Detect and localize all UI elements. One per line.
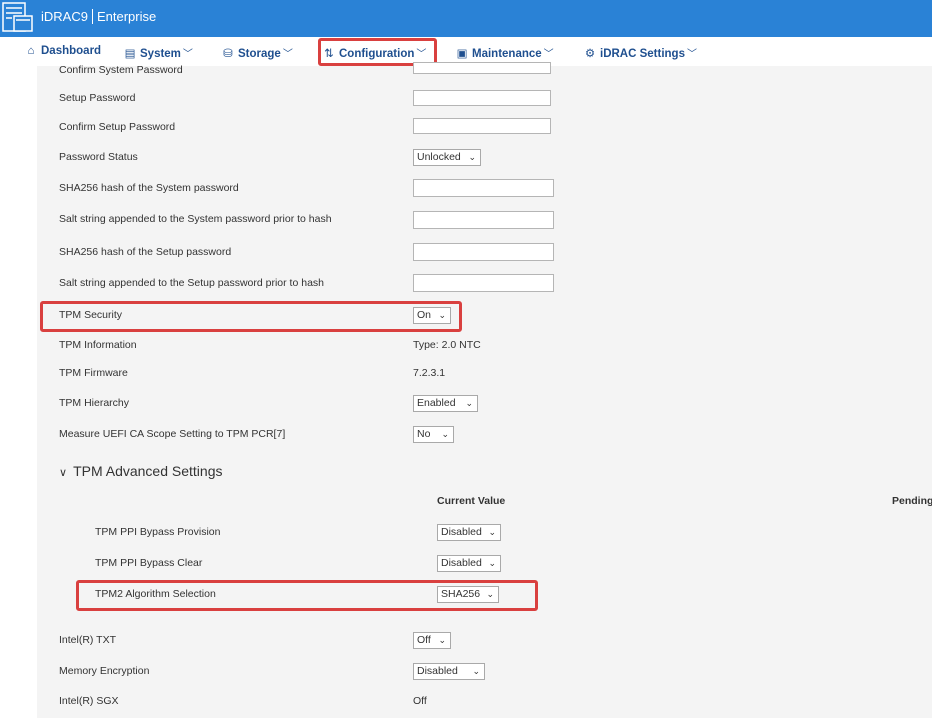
tpm2-algorithm-label: TPM2 Algorithm Selection <box>95 588 216 600</box>
ppi-bypass-provision-select[interactable]: Disabled ⌄ <box>437 524 501 541</box>
intel-sgx-value: Off <box>413 695 427 707</box>
chevron-down-icon: ⌄ <box>438 635 446 645</box>
chevron-down-icon: ⌄ <box>488 558 496 568</box>
product-edition: Enterprise <box>96 9 157 24</box>
ppi-bypass-provision-value: Disabled <box>441 526 482 538</box>
password-status-label: Password Status <box>59 151 138 163</box>
ppi-bypass-clear-select[interactable]: Disabled ⌄ <box>437 555 501 572</box>
nav-storage[interactable]: ⛁ Storage ﹀ <box>222 45 293 61</box>
nav-idrac-settings[interactable]: ⚙ iDRAC Settings ﹀ <box>584 45 697 61</box>
current-value-header: Current Value <box>437 495 506 507</box>
intel-sgx-label: Intel(R) SGX <box>59 695 119 707</box>
setup-password-label: Setup Password <box>59 92 136 104</box>
chevron-down-icon: ⌄ <box>488 527 496 537</box>
top-header: iDRAC9 Enterprise <box>0 0 932 37</box>
password-status-select[interactable]: Unlocked ⌄ <box>413 149 481 166</box>
memory-encryption-select[interactable]: Disabled ⌄ <box>413 663 485 680</box>
sha256-system-label: SHA256 hash of the System password <box>59 182 239 194</box>
confirm-setup-password-label: Confirm Setup Password <box>59 121 176 133</box>
chevron-down-icon: ﹀ <box>182 49 193 60</box>
database-icon: ⛁ <box>223 48 233 60</box>
confirm-system-password-label: Confirm System Password <box>59 64 183 76</box>
server-rack-icon <box>2 2 33 33</box>
tpm-information-value: Type: 2.0 NTC <box>413 339 481 351</box>
memory-encryption-label: Memory Encryption <box>59 665 150 677</box>
nav-storage-label: Storage <box>238 48 281 60</box>
tpm-hierarchy-label: TPM Hierarchy <box>59 397 130 409</box>
salt-setup-label: Salt string appended to the Setup passwo… <box>59 277 325 289</box>
memory-encryption-value: Disabled <box>417 665 458 677</box>
intel-txt-value: Off <box>417 634 431 646</box>
tpm-advanced-settings-toggle[interactable]: ∨ TPM Advanced Settings <box>59 463 222 479</box>
ppi-bypass-clear-label: TPM PPI Bypass Clear <box>95 557 203 569</box>
nav-maintenance-label: Maintenance <box>472 48 542 60</box>
nav-dashboard-label: Dashboard <box>41 45 102 57</box>
ppi-bypass-provision-label: TPM PPI Bypass Provision <box>95 526 221 538</box>
tpm-advanced-settings-title: TPM Advanced Settings <box>73 463 223 479</box>
tpm2-algorithm-value: SHA256 <box>441 588 481 600</box>
sha256-setup-label: SHA256 hash of the Setup password <box>59 246 232 258</box>
intel-txt-label: Intel(R) TXT <box>59 634 116 646</box>
chevron-down-icon: ⌄ <box>472 666 480 676</box>
measure-uefi-select[interactable]: No ⌄ <box>413 426 454 443</box>
tpm-security-label: TPM Security <box>59 309 123 321</box>
home-icon: ⌂ <box>27 45 35 57</box>
chevron-down-icon: ⌄ <box>438 310 446 320</box>
salt-setup-input[interactable] <box>413 274 554 292</box>
intel-txt-select[interactable]: Off ⌄ <box>413 632 451 649</box>
nav-maintenance[interactable]: ▣ Maintenance ﹀ <box>456 45 554 61</box>
chevron-down-icon: ﹀ <box>282 49 293 60</box>
product-name: iDRAC9 <box>41 9 88 24</box>
tpm-hierarchy-value: Enabled <box>417 397 456 409</box>
nav-system-label: System <box>140 48 181 60</box>
gears-icon: ⚙ <box>584 48 596 60</box>
nav-idrac-settings-label: iDRAC Settings <box>600 48 685 60</box>
salt-system-input[interactable] <box>413 211 554 229</box>
measure-uefi-label: Measure UEFI CA Scope Setting to TPM PCR… <box>59 428 286 440</box>
nav-system[interactable]: ▤ System ﹀ <box>124 45 193 61</box>
measure-uefi-value: No <box>417 428 431 440</box>
sha256-system-input[interactable] <box>413 179 554 197</box>
chevron-down-icon: ⌄ <box>465 398 473 408</box>
pending-value-header: Pending <box>892 495 932 507</box>
tpm-security-select[interactable]: On ⌄ <box>413 307 451 324</box>
chevron-down-icon: ﹀ <box>543 49 554 60</box>
brand-title: iDRAC9 Enterprise <box>41 9 156 24</box>
ppi-bypass-clear-value: Disabled <box>441 557 482 569</box>
confirm-system-password-input[interactable] <box>413 62 551 74</box>
tpm-firmware-label: TPM Firmware <box>59 367 128 379</box>
nav-dashboard[interactable]: ⌂ Dashboard <box>25 45 102 61</box>
confirm-setup-password-input[interactable] <box>413 118 551 134</box>
chevron-down-icon: ⌄ <box>441 429 449 439</box>
tpm-firmware-value: 7.2.3.1 <box>413 367 446 379</box>
chevron-down-icon: ⌄ <box>468 152 476 162</box>
tpm-information-label: TPM Information <box>59 339 137 351</box>
sha256-setup-input[interactable] <box>413 243 554 261</box>
server-icon: ▤ <box>124 48 136 60</box>
tpm2-algorithm-select[interactable]: SHA256 ⌄ <box>437 586 499 603</box>
content-panel <box>37 66 932 718</box>
chevron-down-icon: ∨ <box>59 467 68 479</box>
setup-password-input[interactable] <box>413 90 551 106</box>
chevron-down-icon: ⌄ <box>486 589 494 599</box>
monitor-icon: ▣ <box>456 48 468 60</box>
chevron-down-icon: ﹀ <box>686 49 697 60</box>
tpm-security-value: On <box>417 309 432 321</box>
password-status-value: Unlocked <box>417 151 461 163</box>
tpm-hierarchy-select[interactable]: Enabled ⌄ <box>413 395 478 412</box>
salt-system-label: Salt string appended to the System passw… <box>59 213 332 225</box>
